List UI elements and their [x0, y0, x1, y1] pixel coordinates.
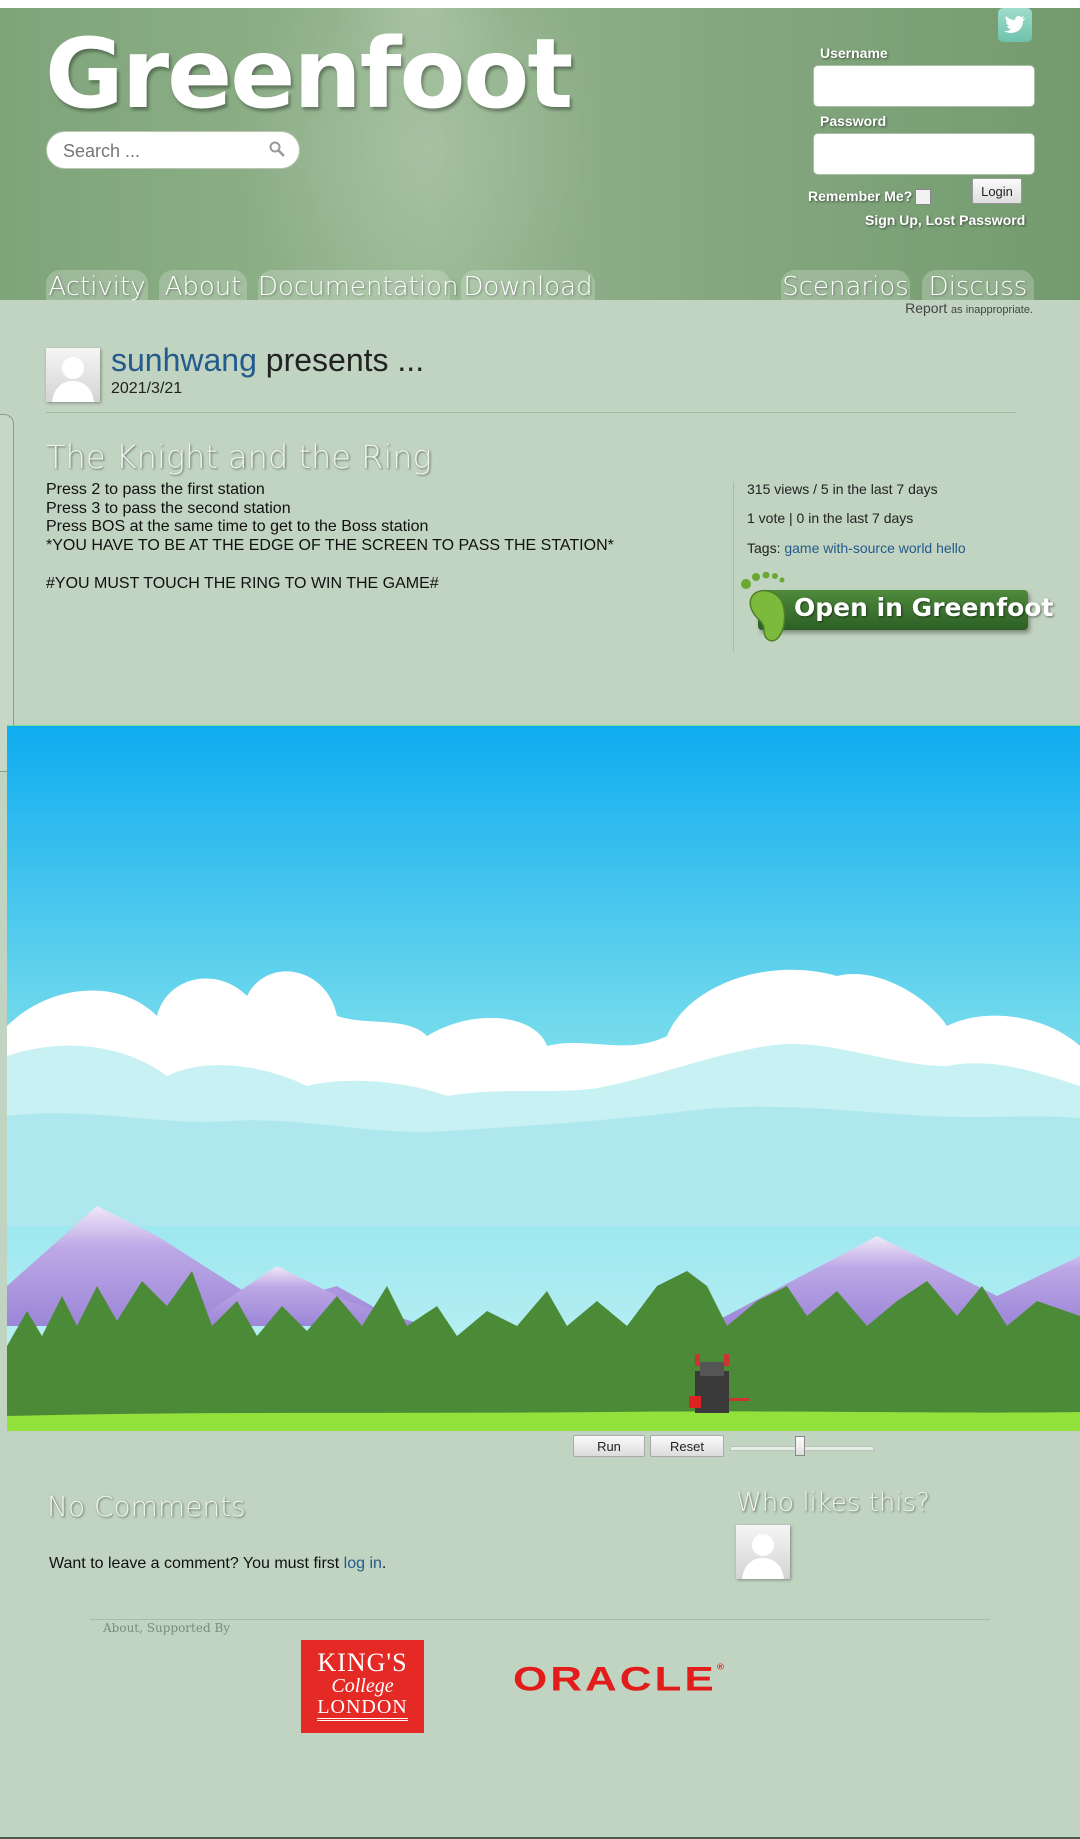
scenario-description: Press 2 to pass the first station Press …	[46, 481, 614, 592]
password-label: Password	[820, 113, 887, 129]
supported-by-text: About, Supported By	[103, 1621, 231, 1635]
likes-heading: Who likes this?	[736, 1488, 930, 1518]
report-line: Report as inappropriate.	[905, 300, 1033, 316]
oracle-text: ORACLE	[513, 1660, 717, 1699]
author-line: sunhwang presents ...	[111, 342, 424, 379]
tag-link[interactable]: with-source	[823, 540, 895, 556]
password-field[interactable]	[813, 133, 1038, 176]
presents-text: presents ...	[256, 342, 425, 378]
tag-link[interactable]: world	[899, 540, 932, 556]
search-icon[interactable]	[269, 141, 285, 157]
open-in-greenfoot-button[interactable]: Open in Greenfoot	[740, 572, 1053, 642]
footer-divider	[90, 1619, 990, 1620]
tags-line: Tags: game with-source world hello	[747, 540, 966, 556]
site-logo[interactable]: Greenfoot	[45, 18, 573, 130]
liker-avatar[interactable]	[736, 1525, 790, 1579]
nav-tab-activity[interactable]: Activity	[46, 270, 148, 300]
signup-lost-password-link[interactable]: Sign Up, Lost Password	[865, 212, 1025, 228]
scenario-title: The Knight and the Ring	[46, 438, 432, 476]
kings-line-3: LONDON	[317, 1696, 408, 1721]
oracle-registered-mark: ®	[716, 1663, 725, 1672]
site-header: Greenfoot Username Password Remember Me?…	[0, 8, 1080, 300]
nav-tab-about[interactable]: About	[159, 270, 247, 300]
report-suffix: as inappropriate.	[951, 304, 1033, 316]
report-link[interactable]: Report	[905, 300, 947, 316]
greenfoot-foot-icon	[741, 572, 786, 642]
open-button-label: Open in Greenfoot	[794, 593, 1054, 622]
comments-heading: No Comments	[47, 1490, 246, 1523]
run-button[interactable]: Run	[573, 1435, 645, 1457]
tag-link[interactable]: hello	[936, 540, 966, 556]
login-link[interactable]: log in	[344, 1555, 382, 1572]
scenario-date: 2021/3/21	[111, 380, 183, 397]
oracle-logo[interactable]: ORACLE®	[513, 1660, 724, 1699]
divider	[46, 412, 1016, 413]
comment-prompt-end: .	[381, 1555, 387, 1572]
nav-tab-discuss[interactable]: Discuss	[922, 270, 1034, 300]
author-avatar[interactable]	[46, 348, 100, 402]
game-world-scene	[7, 726, 1080, 1431]
username-input[interactable]	[814, 66, 1038, 108]
remember-me-label: Remember Me?	[808, 188, 913, 204]
kings-line-2: College	[331, 1675, 394, 1697]
reset-button[interactable]: Reset	[650, 1435, 724, 1457]
top-border	[0, 0, 1080, 8]
kings-college-logo[interactable]: KING'S College LONDON	[301, 1640, 424, 1733]
author-link[interactable]: sunhwang	[111, 342, 257, 378]
speed-slider-thumb[interactable]	[795, 1436, 805, 1456]
views-count: 315 views / 5 in the last 7 days	[747, 481, 938, 497]
nav-tab-documentation[interactable]: Documentation	[258, 270, 458, 300]
comment-prompt-text: Want to leave a comment? You must first	[49, 1555, 344, 1572]
remember-me-checkbox[interactable]	[915, 189, 931, 205]
password-input[interactable]	[814, 134, 1038, 176]
comment-prompt: Want to leave a comment? You must first …	[49, 1555, 386, 1573]
game-canvas[interactable]	[7, 725, 1080, 1431]
kings-line-1: KING'S	[317, 1648, 408, 1677]
search-box	[46, 131, 300, 169]
username-field[interactable]	[813, 65, 1038, 108]
twitter-icon[interactable]	[998, 8, 1032, 42]
nav-tab-download[interactable]: Download	[461, 270, 595, 300]
sidebar-divider	[733, 482, 734, 652]
tag-link[interactable]: game	[784, 540, 819, 556]
votes-count: 1 vote | 0 in the last 7 days	[747, 510, 914, 526]
tags-label: Tags:	[747, 540, 781, 556]
search-input[interactable]	[61, 138, 265, 164]
username-label: Username	[820, 45, 888, 61]
login-button[interactable]: Login	[972, 178, 1022, 204]
nav-tab-scenarios[interactable]: Scenarios	[781, 270, 910, 300]
side-feedback-tab[interactable]	[0, 414, 14, 772]
